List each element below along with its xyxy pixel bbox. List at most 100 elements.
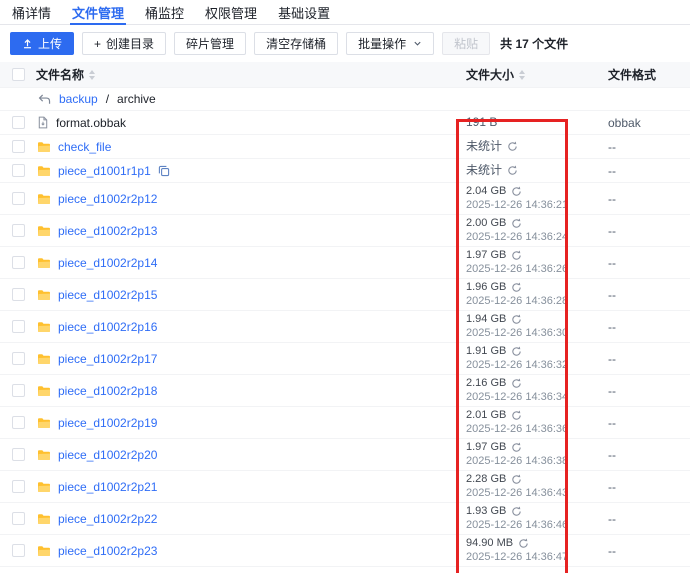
row-checkbox[interactable] (12, 256, 25, 269)
refresh-size-icon[interactable] (518, 538, 529, 549)
file-link[interactable]: piece_d1002r2p20 (58, 448, 157, 462)
refresh-size-icon[interactable] (511, 506, 522, 517)
select-all-checkbox[interactable] (12, 68, 25, 81)
refresh-size-icon[interactable] (507, 165, 518, 176)
refresh-size-icon[interactable] (511, 378, 522, 389)
breadcrumb-parent-link[interactable]: backup (59, 92, 98, 106)
tab-bucket-monitor[interactable]: 桶监控 (143, 0, 186, 24)
row-checkbox[interactable] (12, 164, 25, 177)
tab-file-management[interactable]: 文件管理 (70, 0, 126, 24)
tab-permission-management[interactable]: 权限管理 (203, 0, 259, 24)
table-row[interactable]: piece_d1002r2p141.97 GB2025-12-26 14:36:… (0, 247, 690, 279)
refresh-size-icon[interactable] (511, 346, 522, 357)
paste-button[interactable]: 粘贴 (442, 32, 490, 55)
table-row[interactable]: piece_d1002r2p132.00 GB2025-12-26 14:36:… (0, 215, 690, 247)
back-arrow-icon[interactable] (38, 94, 51, 105)
file-size: 2.16 GB (466, 377, 506, 390)
sort-size-icon[interactable] (519, 70, 525, 80)
table-row[interactable]: piece_d1002r2p122.04 GB2025-12-26 14:36:… (0, 183, 690, 215)
table-row[interactable]: piece_d1002r2p151.96 GB2025-12-26 14:36:… (0, 279, 690, 311)
row-checkbox[interactable] (12, 192, 25, 205)
column-header-name[interactable]: 文件名称 (36, 66, 84, 83)
folder-icon (37, 385, 51, 397)
file-name: format.obbak (56, 116, 126, 130)
folder-icon (37, 513, 51, 525)
row-checkbox[interactable] (12, 320, 25, 333)
folder-icon (37, 257, 51, 269)
folder-icon (37, 481, 51, 493)
row-checkbox[interactable] (12, 416, 25, 429)
row-checkbox[interactable] (12, 480, 25, 493)
empty-bucket-button[interactable]: 清空存储桶 (254, 32, 338, 55)
table-row[interactable]: piece_d1002r2p212.28 GB2025-12-26 14:36:… (0, 471, 690, 503)
table-row[interactable]: piece_d1002r2p171.91 GB2025-12-26 14:36:… (0, 343, 690, 375)
file-link[interactable]: piece_d1002r2p21 (58, 480, 157, 494)
row-checkbox[interactable] (12, 448, 25, 461)
file-format: -- (595, 448, 690, 462)
refresh-size-icon[interactable] (507, 141, 518, 152)
fragment-management-button[interactable]: 碎片管理 (174, 32, 246, 55)
refresh-size-icon[interactable] (511, 410, 522, 421)
table-row[interactable]: piece_d1001r1p1未统计-- (0, 159, 690, 183)
column-header-size[interactable]: 文件大小 (466, 66, 514, 83)
breadcrumb-separator: / (106, 92, 109, 106)
create-directory-button[interactable]: + 创建目录 (82, 32, 166, 55)
folder-icon (37, 321, 51, 333)
file-size: 2.28 GB (466, 473, 506, 486)
size-timestamp: 2025-12-26 14:36:24 (466, 231, 595, 244)
upload-button[interactable]: 上传 (10, 32, 74, 55)
tab-basic-settings[interactable]: 基础设置 (276, 0, 332, 24)
file-link[interactable]: piece_d1002r2p17 (58, 352, 157, 366)
refresh-size-icon[interactable] (511, 250, 522, 261)
file-link[interactable]: piece_d1002r2p22 (58, 512, 157, 526)
row-checkbox[interactable] (12, 544, 25, 557)
refresh-size-icon[interactable] (511, 218, 522, 229)
size-timestamp: 2025-12-26 14:36:46 (466, 519, 595, 532)
table-row[interactable]: format.obbak191 Bobbak (0, 111, 690, 135)
file-link[interactable]: piece_d1002r2p23 (58, 544, 157, 558)
folder-icon (37, 353, 51, 365)
folder-icon (37, 193, 51, 205)
refresh-size-icon[interactable] (511, 314, 522, 325)
file-size: 未统计 (466, 140, 502, 153)
refresh-size-icon[interactable] (511, 282, 522, 293)
tab-bucket-details[interactable]: 桶详情 (10, 0, 53, 24)
table-row[interactable]: piece_d1002r2p2394.90 MB2025-12-26 14:36… (0, 535, 690, 567)
file-link[interactable]: piece_d1002r2p12 (58, 192, 157, 206)
table-row[interactable]: piece_d1002r2p182.16 GB2025-12-26 14:36:… (0, 375, 690, 407)
row-checkbox[interactable] (12, 512, 25, 525)
refresh-size-icon[interactable] (511, 186, 522, 197)
file-link[interactable]: piece_d1002r2p14 (58, 256, 157, 270)
table-row[interactable]: piece_d1002r2p221.93 GB2025-12-26 14:36:… (0, 503, 690, 535)
table-row[interactable]: piece_d1002r2p192.01 GB2025-12-26 14:36:… (0, 407, 690, 439)
row-checkbox[interactable] (12, 288, 25, 301)
folder-icon (37, 141, 51, 153)
file-count-label: 共 17 个文件 (500, 35, 568, 52)
row-checkbox[interactable] (12, 224, 25, 237)
file-link[interactable]: piece_d1002r2p16 (58, 320, 157, 334)
folder-icon (37, 545, 51, 557)
refresh-size-icon[interactable] (511, 442, 522, 453)
row-checkbox[interactable] (12, 384, 25, 397)
row-checkbox[interactable] (12, 352, 25, 365)
batch-operations-button[interactable]: 批量操作 (346, 32, 434, 55)
file-format: -- (595, 352, 690, 366)
table-row[interactable]: check_file未统计-- (0, 135, 690, 159)
file-link[interactable]: check_file (58, 140, 111, 154)
table-row[interactable]: piece_d1002r2p201.97 GB2025-12-26 14:36:… (0, 439, 690, 471)
file-link[interactable]: piece_d1002r2p19 (58, 416, 157, 430)
table-row[interactable]: piece_d1002r2p161.94 GB2025-12-26 14:36:… (0, 311, 690, 343)
file-link[interactable]: piece_d1002r2p18 (58, 384, 157, 398)
copy-icon[interactable] (158, 165, 170, 177)
file-size: 2.04 GB (466, 185, 506, 198)
sort-name-icon[interactable] (89, 70, 95, 80)
row-checkbox[interactable] (12, 116, 25, 129)
file-icon (37, 116, 49, 129)
file-link[interactable]: piece_d1001r1p1 (58, 164, 151, 178)
file-link[interactable]: piece_d1002r2p15 (58, 288, 157, 302)
row-checkbox[interactable] (12, 140, 25, 153)
file-link[interactable]: piece_d1002r2p13 (58, 224, 157, 238)
size-timestamp: 2025-12-26 14:36:36 (466, 423, 595, 436)
refresh-size-icon[interactable] (511, 474, 522, 485)
file-format: -- (595, 480, 690, 494)
